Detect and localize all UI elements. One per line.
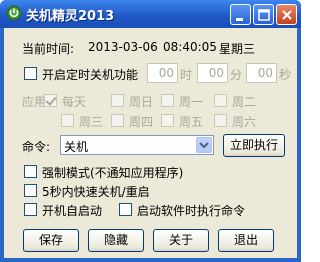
minute-input[interactable]: 00 xyxy=(197,63,228,83)
save-button[interactable]: 保存 xyxy=(23,229,79,252)
day-saturday-checkbox[interactable] xyxy=(214,114,227,127)
execute-now-button[interactable]: 立即执行 xyxy=(223,134,285,157)
day-friday-checkbox[interactable] xyxy=(161,114,174,127)
about-button[interactable]: 关于 xyxy=(153,229,209,252)
minimize-button[interactable] xyxy=(230,4,251,25)
day-wednesday-label: 周三 xyxy=(79,115,104,129)
current-time-label: 当前时间: xyxy=(22,42,75,56)
day-sunday-label: 周日 xyxy=(129,95,154,109)
command-select-value: 关机 xyxy=(64,140,89,154)
app-window: 关机精灵2013 当前时间: 2013-03-06 08:40:05 星期三 开… xyxy=(0,0,301,262)
run-on-start-label: 启动软件时执行命令 xyxy=(137,204,246,218)
day-tuesday-checkbox[interactable] xyxy=(214,94,227,107)
current-date-value: 2013-03-06 xyxy=(88,40,158,54)
minute-unit-label: 分 xyxy=(230,68,243,82)
command-label: 命令: xyxy=(22,140,51,154)
close-icon xyxy=(282,10,292,20)
day-monday-checkbox[interactable] xyxy=(161,94,174,107)
power-icon xyxy=(6,5,22,21)
force-mode-checkbox[interactable] xyxy=(24,165,37,178)
exit-button[interactable]: 退出 xyxy=(218,229,274,252)
second-unit-label: 秒 xyxy=(279,68,292,82)
timer-enable-checkbox[interactable] xyxy=(24,67,37,80)
maximize-icon xyxy=(258,9,270,21)
day-everyday-label: 每天 xyxy=(62,95,87,109)
hide-button[interactable]: 隐藏 xyxy=(88,229,144,252)
minimize-icon xyxy=(236,18,243,21)
day-tuesday-label: 周二 xyxy=(232,95,257,109)
day-sunday-checkbox[interactable] xyxy=(111,94,124,107)
day-monday-label: 周一 xyxy=(179,95,204,109)
run-on-start-checkbox[interactable] xyxy=(119,203,132,216)
command-select[interactable]: 关机 xyxy=(60,135,214,155)
day-everyday-checkbox[interactable] xyxy=(44,94,57,107)
day-friday-label: 周五 xyxy=(179,115,204,129)
window-title: 关机精灵2013 xyxy=(26,9,115,24)
force-mode-label: 强制模式(不通知应用程序) xyxy=(42,166,184,180)
hour-unit-label: 时 xyxy=(180,68,193,82)
autostart-checkbox[interactable] xyxy=(24,203,37,216)
dialog-body: 当前时间: 2013-03-06 08:40:05 星期三 开启定时关机功能 0… xyxy=(4,28,297,258)
day-saturday-label: 周六 xyxy=(232,115,257,129)
title-bar[interactable]: 关机精灵2013 xyxy=(0,0,301,28)
chevron-down-icon xyxy=(199,142,209,149)
day-thursday-checkbox[interactable] xyxy=(111,114,124,127)
second-input[interactable]: 00 xyxy=(246,63,277,83)
quick-shutdown-checkbox[interactable] xyxy=(24,184,37,197)
hour-input[interactable]: 00 xyxy=(147,63,178,83)
maximize-button[interactable] xyxy=(253,4,274,25)
autostart-label: 开机自启动 xyxy=(42,204,103,218)
dropdown-arrow-button[interactable] xyxy=(196,137,212,153)
current-weekday-value: 星期三 xyxy=(219,42,256,56)
quick-shutdown-label: 5秒内快速关机/重启 xyxy=(42,185,150,199)
timer-enable-label: 开启定时关机功能 xyxy=(42,68,139,82)
current-time-value: 08:40:05 xyxy=(163,40,217,54)
close-button[interactable] xyxy=(276,4,297,25)
day-thursday-label: 周四 xyxy=(129,115,154,129)
day-wednesday-checkbox[interactable] xyxy=(61,114,74,127)
